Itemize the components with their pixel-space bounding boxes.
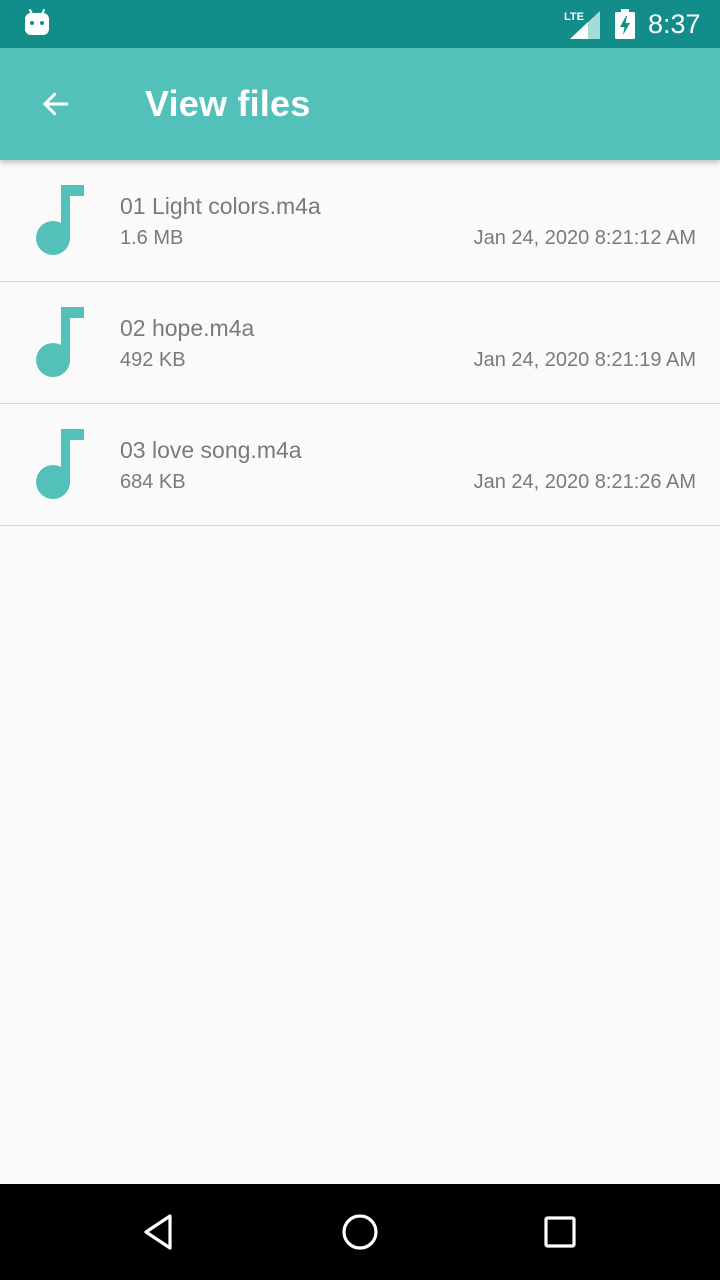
- file-size: 1.6 MB: [120, 227, 184, 249]
- file-list: 01 Light colors.m4a 1.6 MB Jan 24, 2020 …: [0, 160, 720, 526]
- status-bar: LTE 8:37: [0, 0, 720, 48]
- back-button[interactable]: [24, 72, 88, 136]
- app-bar: View files: [0, 48, 720, 160]
- back-triangle-icon: [144, 1214, 172, 1250]
- music-note-icon: [36, 307, 84, 377]
- music-note-icon: [36, 185, 84, 255]
- lte-signal-icon: LTE: [564, 11, 600, 39]
- file-list-item[interactable]: 01 Light colors.m4a 1.6 MB Jan 24, 2020 …: [0, 160, 720, 282]
- arrow-back-icon: [42, 92, 68, 116]
- screen: LTE 8:37 View files 01 Light colors.m4a …: [0, 0, 720, 1280]
- network-label: LTE: [564, 11, 584, 23]
- music-note-icon: [36, 429, 84, 499]
- nav-home-button[interactable]: [336, 1208, 384, 1256]
- page-title: View files: [145, 83, 311, 124]
- file-list-item[interactable]: 02 hope.m4a 492 KB Jan 24, 2020 8:21:19 …: [0, 282, 720, 404]
- file-name: 03 love song.m4a: [120, 437, 302, 463]
- nav-recents-button[interactable]: [536, 1208, 584, 1256]
- recents-square-icon: [544, 1216, 576, 1248]
- home-circle-icon: [342, 1214, 378, 1250]
- nav-back-button[interactable]: [136, 1208, 184, 1256]
- file-size: 684 KB: [120, 471, 186, 493]
- file-name: 02 hope.m4a: [120, 315, 255, 341]
- file-name: 01 Light colors.m4a: [120, 193, 321, 219]
- android-notification-icon: [25, 9, 49, 35]
- file-size: 492 KB: [120, 349, 186, 371]
- battery-charging-icon: [615, 9, 635, 39]
- system-nav-bar: [0, 1184, 720, 1280]
- status-time: 8:37: [648, 9, 701, 39]
- file-date: Jan 24, 2020 8:21:26 AM: [473, 471, 696, 493]
- file-date: Jan 24, 2020 8:21:19 AM: [473, 349, 696, 371]
- file-date: Jan 24, 2020 8:21:12 AM: [473, 227, 696, 249]
- file-list-item[interactable]: 03 love song.m4a 684 KB Jan 24, 2020 8:2…: [0, 404, 720, 526]
